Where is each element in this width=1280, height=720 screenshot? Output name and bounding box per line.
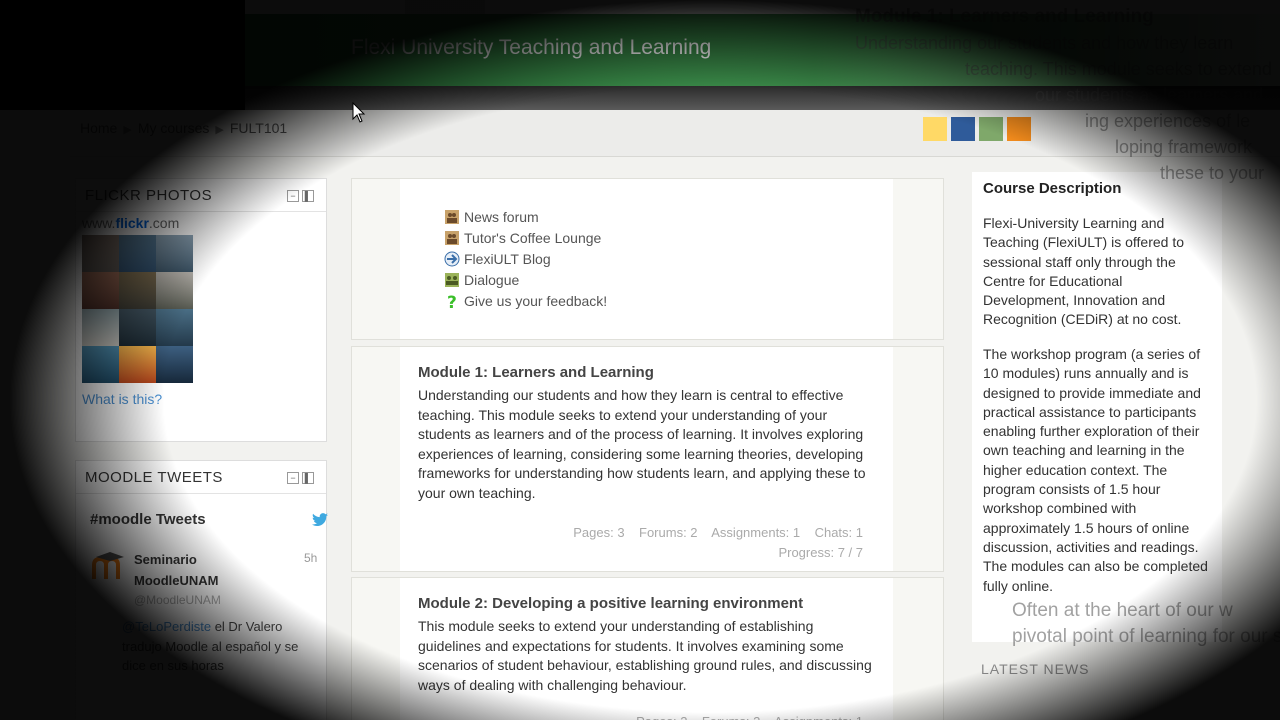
link-coffee-lounge[interactable]: Tutor's Coffee Lounge (444, 230, 601, 246)
tweet-handle[interactable]: @MoodleUNAM (134, 593, 221, 607)
tweet-time[interactable]: 5h (304, 551, 317, 565)
tweet-text: @TeLoPerdiste el Dr Valero tradujo Moodl… (122, 617, 322, 676)
block-header: FLICKR PHOTOS − ▌ (76, 179, 326, 212)
block-controls: − ▌ (287, 190, 314, 202)
page: Flexi University Teaching and Learning H… (0, 0, 1280, 720)
link-label: Dialogue (464, 272, 520, 288)
navbar: Home ▶ My courses ▶ FULT101 (70, 110, 1280, 157)
dialogue-icon (445, 273, 459, 287)
course-description-paragraph: The workshop program (a series of 10 mod… (983, 346, 1208, 594)
theme-swatch-orange[interactable] (1007, 117, 1031, 141)
link-label: News forum (464, 209, 539, 225)
block-title: FLICKR PHOTOS (85, 187, 213, 204)
dark-corner (0, 0, 245, 110)
module-description: Understanding our students and how they … (418, 387, 866, 501)
ghost-line: pivotal point of learning for our st (1012, 626, 1280, 647)
theme-swatch-yellow[interactable] (923, 117, 947, 141)
module-activity-counts: Pages: 3 Forums: 2 Assignments: 1 Chats:… (573, 525, 863, 540)
ghost-overlay-text-bottom: Often at the heart of our w pivotal poin… (1012, 598, 1280, 650)
dock-icon[interactable]: ▌ (302, 190, 314, 202)
ghost-line: Often at the heart of our w (1012, 600, 1233, 621)
flickr-photo[interactable] (82, 346, 119, 383)
link-blog[interactable]: FlexiULT Blog (444, 251, 551, 267)
what-is-this-link[interactable]: What is this? (82, 391, 162, 407)
forum-icon (445, 231, 459, 245)
breadcrumb-my-courses[interactable]: My courses (138, 120, 210, 136)
flickr-photo[interactable] (156, 272, 193, 309)
flickr-photo[interactable] (82, 309, 119, 346)
breadcrumb-separator: ▶ (123, 124, 132, 136)
tweet-feed-title: #moodle Tweets (90, 511, 206, 528)
flickr-logo-suffix: .com (148, 215, 180, 231)
link-news-forum[interactable]: News forum (444, 209, 539, 225)
moodle-logo-icon[interactable] (92, 551, 128, 581)
block-controls: − ▌ (287, 472, 314, 484)
breadcrumb-separator: ▶ (215, 124, 224, 136)
flickr-photo[interactable] (82, 235, 119, 272)
course-description-paragraph: Flexi-University Learning and Teaching (… (983, 215, 1185, 328)
module-stats: Pages: 3 Forums: 2 Assignments: 1 Chats:… (573, 523, 863, 563)
course-description-title: Course Description (983, 180, 1122, 197)
site-header: Flexi University Teaching and Learning (245, 14, 1280, 86)
header-shadow (245, 86, 1280, 110)
tweets-block: MOODLE TWEETS − ▌ #moodle Tweets Seminar… (75, 460, 328, 720)
course-links-section: News forum Tutor's Coffee Lounge FlexiUL… (351, 178, 944, 340)
minimize-icon[interactable]: − (287, 190, 299, 202)
link-label: Give us your feedback! (464, 293, 608, 309)
theme-swatch-green[interactable] (979, 117, 1003, 141)
module-activity-counts: Pages: 2 Forums: 2 Assignments: 1 (636, 712, 863, 720)
course-description-block: Course Description Flexi-University Lear… (972, 172, 1222, 642)
breadcrumb-course[interactable]: FULT101 (230, 120, 287, 136)
flickr-photo[interactable] (119, 346, 156, 383)
tweet-mention[interactable]: @TeLoPerdiste (122, 619, 211, 634)
module-section: Module 1: Learners and Learning Understa… (351, 346, 944, 572)
flickr-photo[interactable] (156, 309, 193, 346)
url-icon (444, 251, 460, 267)
module-panel: Module 2: Developing a positive learning… (400, 578, 893, 720)
forum-icon (445, 210, 459, 224)
flickr-photo[interactable] (119, 272, 156, 309)
course-links-panel: News forum Tutor's Coffee Lounge FlexiUL… (400, 179, 893, 339)
link-label: FlexiULT Blog (464, 251, 551, 267)
flickr-logo[interactable]: www.flickr.com (82, 215, 179, 231)
flickr-photo[interactable] (119, 235, 156, 272)
flickr-photo[interactable] (156, 346, 193, 383)
flickr-logo-brand: flickr (115, 215, 149, 231)
theme-swatch-blue[interactable] (951, 117, 975, 141)
minimize-icon[interactable]: − (287, 472, 299, 484)
module-progress: Progress: 7 / 7 (778, 545, 863, 560)
module-description: This module seeks to extend your underst… (418, 618, 872, 693)
block-title: MOODLE TWEETS (85, 469, 223, 486)
link-feedback[interactable]: ? Give us your feedback! (444, 293, 607, 309)
svg-text:?: ? (447, 293, 457, 309)
breadcrumb-home[interactable]: Home (80, 120, 117, 136)
module-section: Module 2: Developing a positive learning… (351, 577, 944, 720)
module-stats: Pages: 2 Forums: 2 Assignments: 1 (636, 712, 863, 720)
tweet-author[interactable]: Seminario MoodleUNAM (134, 549, 254, 591)
flickr-block: FLICKR PHOTOS − ▌ www.flickr.com What is… (75, 178, 327, 442)
block-header: MOODLE TWEETS − ▌ (76, 461, 326, 494)
flickr-photo[interactable] (156, 235, 193, 272)
mouse-cursor-icon (352, 102, 366, 123)
module-panel: Module 1: Learners and Learning Understa… (400, 347, 893, 571)
flickr-logo-prefix: www. (82, 215, 116, 231)
flickr-photo-grid (82, 235, 193, 383)
theme-swatches (923, 117, 1031, 141)
flickr-photo[interactable] (119, 309, 156, 346)
twitter-bird-icon[interactable] (312, 513, 328, 527)
link-label: Tutor's Coffee Lounge (464, 230, 602, 246)
breadcrumb: Home ▶ My courses ▶ FULT101 (80, 120, 287, 136)
latest-news-title: LATEST NEWS (981, 661, 1090, 677)
dock-icon[interactable]: ▌ (302, 472, 314, 484)
module-title[interactable]: Module 1: Learners and Learning (418, 364, 654, 381)
flickr-photo[interactable] (82, 272, 119, 309)
link-dialogue[interactable]: Dialogue (444, 272, 519, 288)
question-mark-icon: ? (447, 293, 457, 309)
site-title[interactable]: Flexi University Teaching and Learning (351, 36, 711, 60)
module-title[interactable]: Module 2: Developing a positive learning… (418, 595, 803, 612)
